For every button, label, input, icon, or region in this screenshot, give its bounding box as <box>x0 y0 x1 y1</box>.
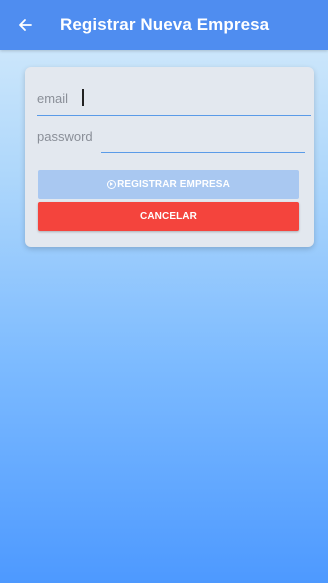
top-app-bar: Registrar Nueva Empresa <box>0 0 328 50</box>
password-underline <box>101 152 305 153</box>
cancel-label: CANCELAR <box>140 211 197 222</box>
email-placeholder: email <box>37 91 69 106</box>
app-screen: Registrar Nueva Empresa email password R… <box>0 0 328 583</box>
email-underline <box>37 115 311 116</box>
arrow-left-icon <box>19 19 32 31</box>
cancel-button[interactable]: CANCELAR <box>38 202 299 231</box>
register-form-card: email password REGISTRAR EMPRESA CANCELA… <box>25 67 314 247</box>
register-company-label: REGISTRAR EMPRESA <box>117 179 230 190</box>
password-placeholder: password <box>37 129 93 144</box>
text-cursor <box>82 89 84 106</box>
back-button[interactable] <box>0 0 50 50</box>
play-circle-icon <box>107 180 117 189</box>
page-title: Registrar Nueva Empresa <box>60 15 270 34</box>
email-field[interactable]: email <box>37 89 311 117</box>
register-company-button[interactable]: REGISTRAR EMPRESA <box>38 170 299 199</box>
password-field[interactable]: password <box>37 129 305 155</box>
